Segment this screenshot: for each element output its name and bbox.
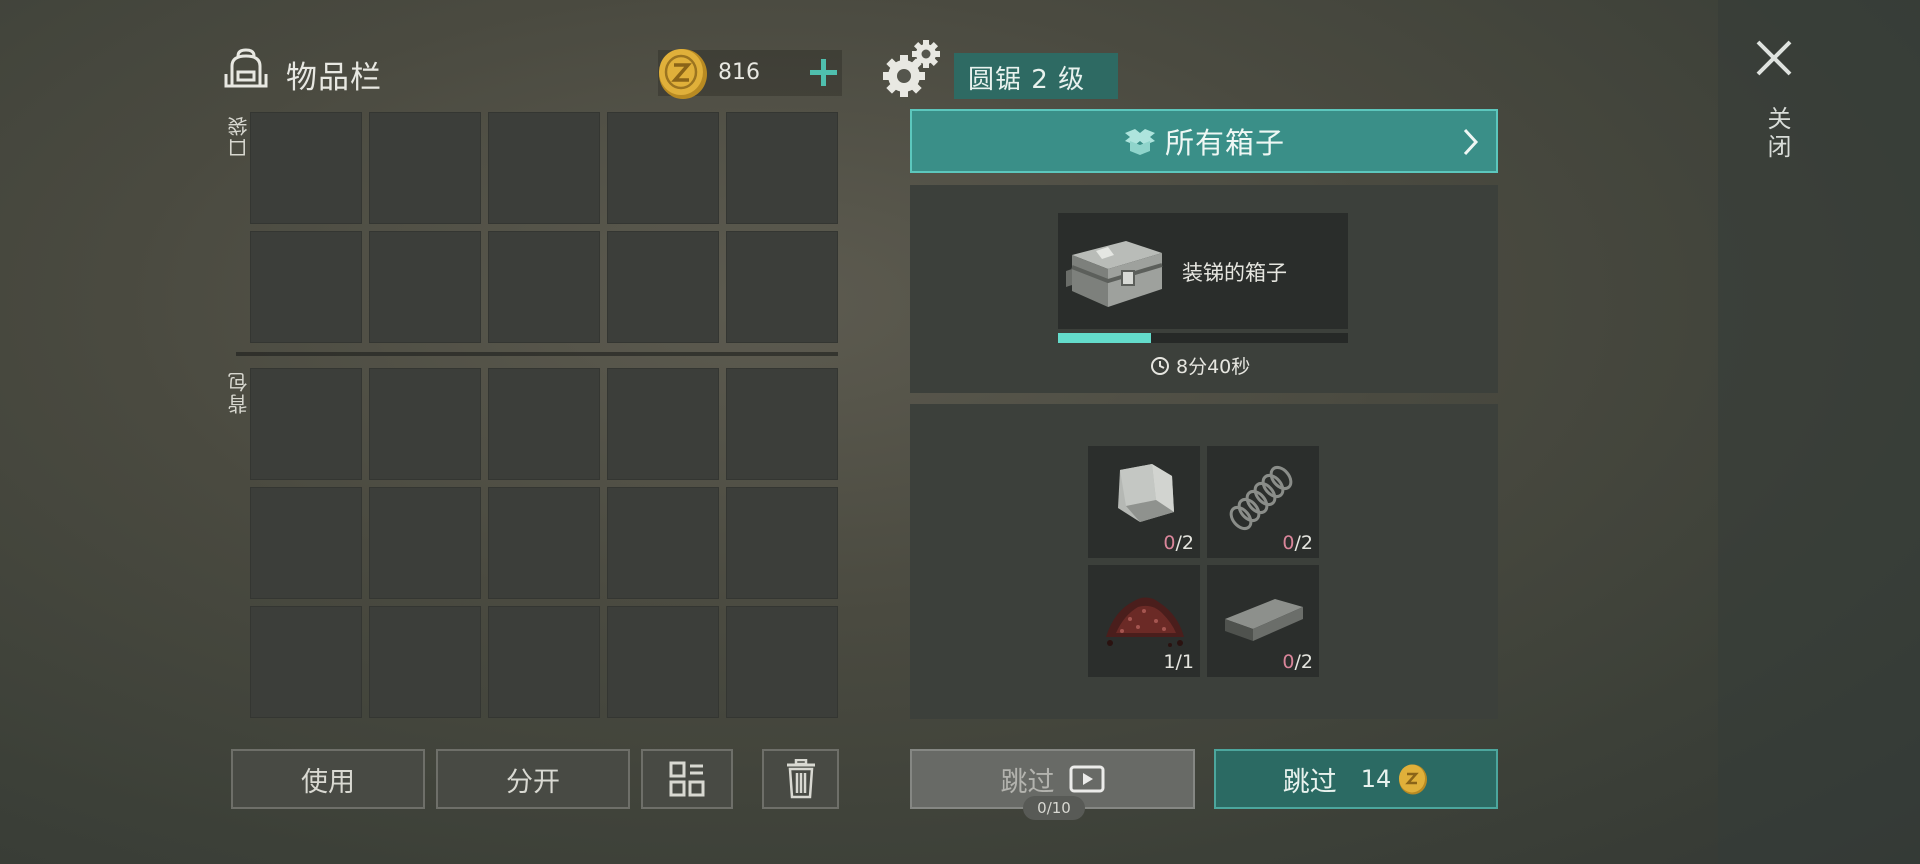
material-count: 0/2 bbox=[1282, 532, 1313, 554]
crafting-item-name: 装锑的箱子 bbox=[1182, 261, 1287, 285]
backpack-slot[interactable] bbox=[250, 606, 362, 718]
backpack-slot[interactable] bbox=[726, 487, 838, 599]
split-button[interactable]: 分开 bbox=[436, 749, 630, 809]
close-strip bbox=[1718, 0, 1920, 864]
material-count: 0/2 bbox=[1163, 532, 1194, 554]
backpack-slot[interactable] bbox=[369, 368, 481, 480]
use-button[interactable]: 使用 bbox=[231, 749, 425, 809]
coin-count: 816 bbox=[718, 60, 760, 85]
spring-icon bbox=[1229, 465, 1293, 531]
close-label: 关闭 bbox=[1763, 106, 1791, 162]
pocket-slot[interactable] bbox=[369, 112, 481, 224]
trash-icon bbox=[786, 759, 815, 799]
metal-crate-icon bbox=[1066, 241, 1163, 307]
materials-panel: 0/2 0/2 1/1 0/2 bbox=[910, 404, 1498, 719]
crafting-progress-bar bbox=[1058, 333, 1348, 343]
material-slot[interactable]: 0/2 bbox=[1088, 446, 1200, 558]
backpack-slot[interactable] bbox=[607, 487, 719, 599]
skip-ad-label: 跳过 bbox=[1000, 766, 1055, 798]
gunpowder-icon bbox=[1106, 597, 1184, 647]
coin-balance: 816 bbox=[658, 49, 842, 99]
pocket-slot[interactable] bbox=[250, 231, 362, 343]
skip-cost: 14 bbox=[1360, 765, 1392, 793]
gear-icon bbox=[883, 40, 940, 97]
inventory-header: 物品栏 816 bbox=[222, 44, 842, 108]
crafting-progress-fill bbox=[1058, 333, 1151, 343]
crafting-progress-panel: 装锑的箱子 8分40秒 bbox=[910, 185, 1498, 393]
crafting-item-card[interactable]: 装锑的箱子 bbox=[1058, 213, 1348, 329]
pocket-label: 口袋 bbox=[227, 114, 251, 158]
ad-counter-badge: 0/10 bbox=[1023, 796, 1085, 820]
pocket-slot[interactable] bbox=[369, 231, 481, 343]
pocket-slot[interactable] bbox=[607, 231, 719, 343]
material-count: 0/2 bbox=[1282, 651, 1313, 673]
backpack-label: 背包 bbox=[227, 370, 251, 414]
close-icon bbox=[1756, 40, 1792, 76]
backpack-slot[interactable] bbox=[726, 606, 838, 718]
section-divider bbox=[236, 352, 838, 356]
all-boxes-button[interactable]: 所有箱子 bbox=[910, 109, 1498, 173]
backpack-slot[interactable] bbox=[607, 368, 719, 480]
coin-icon bbox=[659, 49, 707, 99]
steel-bar-icon bbox=[1225, 599, 1303, 641]
all-boxes-label: 所有箱子 bbox=[1164, 126, 1285, 160]
backpack-slot[interactable] bbox=[488, 487, 600, 599]
backpack-icon bbox=[224, 48, 268, 88]
backpack-slot[interactable] bbox=[250, 487, 362, 599]
backpack-grid bbox=[250, 368, 838, 718]
pocket-slot[interactable] bbox=[607, 112, 719, 224]
add-coins-button[interactable] bbox=[804, 53, 842, 91]
pocket-slot[interactable] bbox=[726, 231, 838, 343]
backpack-slot[interactable] bbox=[726, 368, 838, 480]
video-play-icon bbox=[1069, 765, 1104, 793]
trash-button[interactable] bbox=[762, 749, 839, 809]
crafting-timer: 8分40秒 bbox=[1150, 352, 1250, 379]
skip-coin-label: 跳过 bbox=[1282, 766, 1337, 798]
clock-icon bbox=[1151, 356, 1169, 375]
metal-plate-icon bbox=[1118, 464, 1174, 522]
pocket-slot[interactable] bbox=[726, 112, 838, 224]
material-slot[interactable]: 0/2 bbox=[1207, 565, 1319, 677]
time-left: 8分40秒 bbox=[1176, 356, 1251, 378]
pocket-slot[interactable] bbox=[488, 112, 600, 224]
material-slot[interactable]: 1/1 bbox=[1088, 565, 1200, 677]
coin-icon bbox=[1399, 764, 1428, 795]
backpack-slot[interactable] bbox=[250, 368, 362, 480]
open-box-icon bbox=[1124, 129, 1155, 155]
close-button[interactable] bbox=[1752, 36, 1796, 80]
skip-with-coins-button[interactable]: 跳过 14 bbox=[1214, 749, 1498, 809]
backpack-slot[interactable] bbox=[488, 368, 600, 480]
inventory-title: 物品栏 bbox=[286, 60, 382, 96]
materials-grid: 0/2 0/2 1/1 0/2 bbox=[1088, 446, 1319, 677]
pocket-slot[interactable] bbox=[250, 112, 362, 224]
backpack-slot[interactable] bbox=[607, 606, 719, 718]
sort-button[interactable] bbox=[641, 749, 733, 809]
sort-grid-icon bbox=[669, 761, 705, 797]
material-count: 1/1 bbox=[1163, 651, 1194, 673]
backpack-slot[interactable] bbox=[369, 606, 481, 718]
backpack-slot[interactable] bbox=[488, 606, 600, 718]
material-slot[interactable]: 0/2 bbox=[1207, 446, 1319, 558]
chevron-right-icon bbox=[1463, 128, 1479, 156]
pocket-grid bbox=[250, 112, 838, 343]
pocket-slot[interactable] bbox=[488, 231, 600, 343]
backpack-slot[interactable] bbox=[369, 487, 481, 599]
station-level-label: 圆锯 2 级 bbox=[954, 53, 1118, 99]
